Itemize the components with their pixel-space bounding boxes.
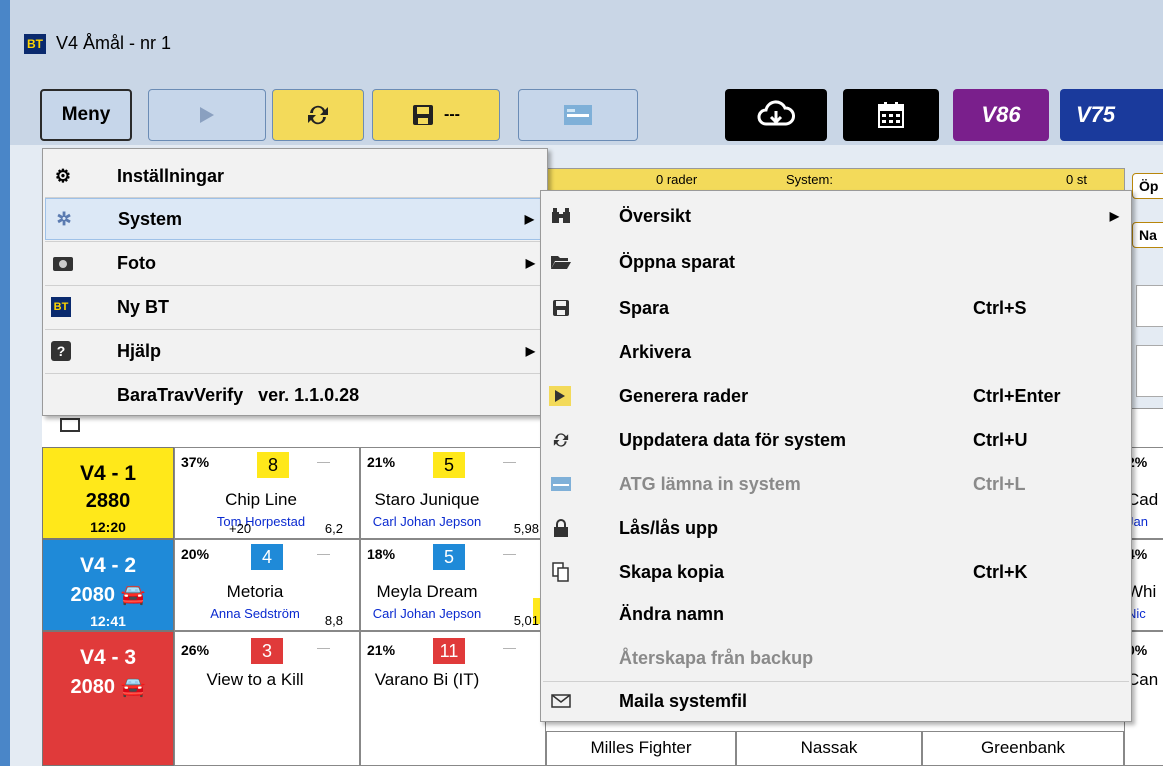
menu-item-arkivera[interactable]: Arkivera (543, 331, 1129, 373)
horse-cell[interactable]: 18% 5 — Meyla Dream Carl Johan Jepson 5,… (360, 539, 546, 631)
race-label-2[interactable]: V4 - 2 2080 🚘 12:41 (42, 539, 174, 631)
car-icon: 🚘 (120, 584, 146, 606)
horse-cell[interactable]: Greenbank (922, 731, 1124, 766)
sync-icon (549, 428, 573, 452)
app-logo: BT (24, 34, 46, 54)
race-label-1[interactable]: V4 - 1 2880 12:20 (42, 447, 174, 539)
menu-item-installningar[interactable]: ⚙ Inställningar (45, 155, 545, 197)
sync-icon (308, 105, 328, 125)
menu-item-oversikt[interactable]: Översikt ▶ (543, 195, 1129, 237)
mail-icon (549, 689, 573, 713)
side-panel-button-2[interactable] (1136, 345, 1163, 397)
window-left-edge (0, 0, 10, 766)
menu-item-ny-bt[interactable]: BT Ny BT (45, 286, 545, 328)
play-icon (200, 107, 214, 123)
system-header-band: 0 rader System: 0 st (545, 168, 1125, 192)
horse-cell[interactable]: 21% 11 — Varano Bi (IT) (360, 631, 546, 766)
system-icon: ✲ (56, 208, 72, 229)
horse-cell[interactable]: 37% 8 — Chip Line Tom Horpestad +20 6,2 (174, 447, 360, 539)
floppy-icon (413, 105, 433, 125)
menu-item-system[interactable]: ✲ System ▶ (45, 198, 545, 240)
menu-item-las-las-upp[interactable]: Lås/lås upp (543, 507, 1129, 549)
binoculars-icon (549, 204, 573, 228)
menu-item-skapa-kopia[interactable]: Skapa kopia Ctrl+K (543, 551, 1129, 593)
horse-cell[interactable]: 26% 3 — View to a Kill (174, 631, 360, 766)
save-button[interactable]: --- (372, 89, 500, 141)
calendar-button[interactable] (843, 89, 939, 141)
system-label: System: (786, 172, 833, 187)
sync-button[interactable] (272, 89, 364, 141)
bt-icon: BT (51, 297, 71, 317)
submenu-arrow-icon: ▶ (525, 256, 535, 270)
atg-icon (549, 472, 573, 496)
menu-item-foto[interactable]: Foto ▶ (45, 242, 545, 284)
menu-item-maila-systemfil[interactable]: Maila systemfil (543, 682, 1129, 720)
menu-item-hjalp[interactable]: ? Hjälp ▶ (45, 330, 545, 372)
title-bar (10, 0, 1163, 84)
open-side-button[interactable]: Öp (1132, 173, 1163, 199)
horse-cell[interactable]: Nassak (736, 731, 922, 766)
atg-icon (564, 105, 592, 125)
menu-item-oppna-sparat[interactable]: Öppna sparat (543, 241, 1129, 283)
atg-button[interactable] (518, 89, 638, 141)
copy-icon (549, 560, 573, 584)
window-title: V4 Åmål - nr 1 (56, 33, 172, 53)
submenu-arrow-icon: ▶ (524, 212, 534, 226)
menu-item-spara[interactable]: Spara Ctrl+S (543, 287, 1129, 329)
menu-item-uppdatera[interactable]: Uppdatera data för system Ctrl+U (543, 419, 1129, 461)
camera-icon (51, 251, 75, 275)
play-button[interactable] (148, 89, 266, 141)
menu-item-generera-rader[interactable]: Generera rader Ctrl+Enter (543, 375, 1129, 417)
gear-icon: ⚙ (54, 165, 72, 186)
submenu-arrow-icon: ▶ (1109, 209, 1119, 223)
submenu-arrow-icon: ▶ (525, 344, 535, 358)
main-menu: ⚙ Inställningar ✲ System ▶ Foto ▶ BT Ny … (42, 148, 548, 416)
rows-count: 0 rader (656, 172, 698, 187)
side-panel-button[interactable] (1136, 285, 1163, 327)
name-side-button[interactable]: Na (1132, 222, 1163, 248)
car-icon: 🚘 (120, 676, 146, 698)
list-icon[interactable] (60, 418, 80, 432)
horse-cell[interactable]: 20% 4 — Metoria Anna Sedström 8,8 (174, 539, 360, 631)
v86-button[interactable]: V86 (953, 89, 1049, 141)
folder-open-icon (549, 250, 573, 274)
menu-item-version[interactable]: BaraTravVerify ver. 1.1.0.28 (45, 374, 545, 416)
horse-cell[interactable]: 21% 5 — Staro Junique Carl Johan Jepson … (360, 447, 546, 539)
play-icon (549, 386, 571, 406)
race-label-3[interactable]: V4 - 3 2080 🚘 (42, 631, 174, 766)
menu-item-andra-namn[interactable]: Ändra namn (543, 593, 1129, 635)
system-submenu: Översikt ▶ Öppna sparat Spara Ctrl+S Ark… (540, 190, 1132, 722)
system-count: 0 st (1066, 172, 1087, 187)
horse-cell[interactable]: Milles Fighter (546, 731, 736, 766)
v75-button[interactable]: V75 (1060, 89, 1163, 141)
menu-item-aterskapa[interactable]: Återskapa från backup (543, 637, 1129, 679)
cloud-download-button[interactable] (725, 89, 827, 141)
lock-icon (549, 516, 573, 540)
calendar-icon (878, 102, 904, 128)
floppy-icon (549, 296, 573, 320)
help-icon: ? (51, 341, 71, 361)
meny-button[interactable]: Meny (40, 89, 132, 141)
menu-item-atg-lamna-in[interactable]: ATG lämna in system Ctrl+L (543, 463, 1129, 505)
cloud-download-icon (757, 100, 795, 126)
